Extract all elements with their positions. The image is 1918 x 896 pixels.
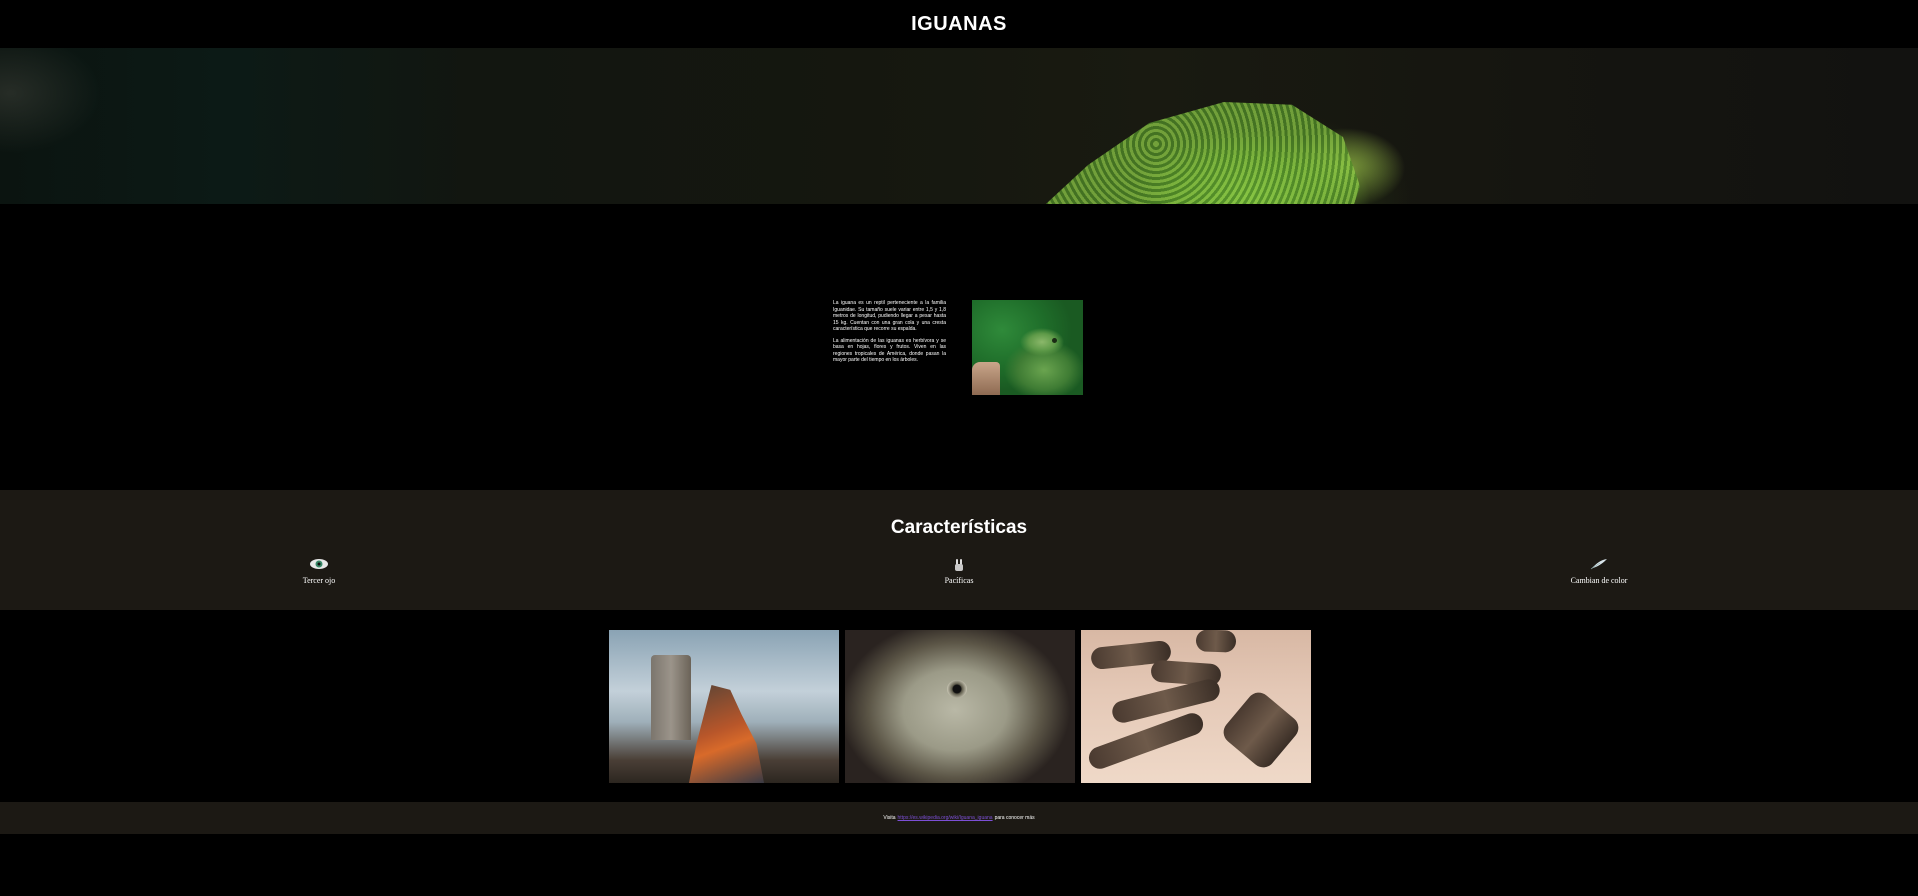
feature-item-peaceful: Pacíficas xyxy=(899,558,1019,585)
features-section: Características Tercer ojo Pacíficas Cam… xyxy=(0,490,1918,610)
gallery-photo-iguana-head xyxy=(845,630,1075,783)
hero-banner-image xyxy=(0,48,1918,204)
footer-suffix: para conocer más xyxy=(994,815,1035,821)
iguana-shape xyxy=(1195,630,1237,653)
iguana-shape xyxy=(1109,677,1223,725)
feature-label: Cambian de color xyxy=(1570,576,1628,585)
hero-iguana-crest xyxy=(1020,102,1360,204)
feather-icon xyxy=(1539,558,1659,572)
feature-item-third-eye: Tercer ojo xyxy=(259,558,379,585)
feature-label: Pacíficas xyxy=(944,576,974,585)
orange-iguana-shape xyxy=(689,685,764,783)
intro-section: La iguana es un reptil perteneciente a l… xyxy=(833,300,1083,395)
iguana-shape xyxy=(1218,687,1304,773)
intro-iguana-image xyxy=(971,300,1083,395)
page-footer: Visita https://es.wikipedia.org/wiki/Igu… xyxy=(0,802,1918,834)
iguana-eye xyxy=(947,680,967,698)
intro-paragraph: La alimentación de las iguanas es herbív… xyxy=(833,337,946,364)
gallery-photo-iguana-group xyxy=(1081,630,1311,783)
page-title: IGUANAS xyxy=(911,12,1007,35)
feature-item-color-change: Cambian de color xyxy=(1539,558,1659,585)
gallery-photo-orange-iguana xyxy=(609,630,839,783)
feature-label: Tercer ojo xyxy=(302,576,336,585)
peace-hand-icon xyxy=(899,558,1019,572)
footer-wikipedia-link[interactable]: https://es.wikipedia.org/wiki/Iguana_igu… xyxy=(898,815,993,821)
intro-paragraph: La iguana es un reptil perteneciente a l… xyxy=(833,300,946,332)
features-title: Características xyxy=(890,517,1028,538)
eye-icon xyxy=(259,558,379,572)
page-header: IGUANAS xyxy=(0,0,1918,48)
wooden-post xyxy=(651,655,691,740)
photo-gallery xyxy=(609,630,1311,783)
iguana-eye xyxy=(1051,338,1057,343)
footer-prefix: Visita xyxy=(883,815,896,821)
branch-shape xyxy=(971,362,1000,395)
intro-text: La iguana es un reptil perteneciente a l… xyxy=(833,300,946,369)
iguana-shape xyxy=(1085,710,1207,772)
